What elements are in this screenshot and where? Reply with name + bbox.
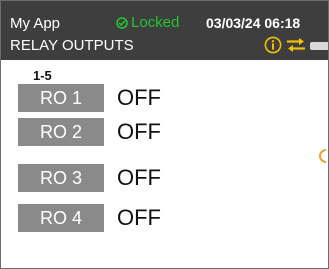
page-title: RELAY OUTPUTS: [10, 37, 134, 54]
relay-name-tag: RO 2: [18, 118, 104, 146]
relay-range-label: 1-5: [33, 68, 52, 83]
relay-state: OFF: [117, 119, 161, 144]
lock-icon: [116, 16, 128, 29]
battery-icon: [310, 42, 328, 50]
info-icon[interactable]: [264, 36, 282, 54]
relay-state: OFF: [117, 205, 161, 230]
relay-outputs-screen: My App Locked 03/03/24 06:18 RELAY OUTPU…: [0, 0, 329, 269]
app-name: My App: [10, 15, 61, 32]
relay-state: OFF: [117, 165, 161, 190]
relay-row-ro1[interactable]: RO 1 OFF: [18, 84, 318, 112]
relay-name-tag: RO 4: [18, 204, 104, 232]
datetime: 03/03/24 06:18: [206, 15, 301, 31]
relay-state: OFF: [117, 85, 161, 110]
status-header: My App Locked 03/03/24 06:18 RELAY OUTPU…: [1, 1, 328, 60]
partial-indicator-icon: [319, 149, 327, 163]
relay-row-ro3[interactable]: RO 3 OFF: [18, 164, 318, 192]
lock-status: Locked: [116, 14, 179, 31]
relay-name-tag: RO 1: [18, 84, 104, 112]
relay-row-ro2[interactable]: RO 2 OFF: [18, 118, 318, 146]
transfer-icon[interactable]: [286, 37, 306, 53]
lock-status-text: Locked: [131, 14, 180, 31]
relay-name-tag: RO 3: [18, 164, 104, 192]
relay-row-ro4[interactable]: RO 4 OFF: [18, 204, 318, 232]
